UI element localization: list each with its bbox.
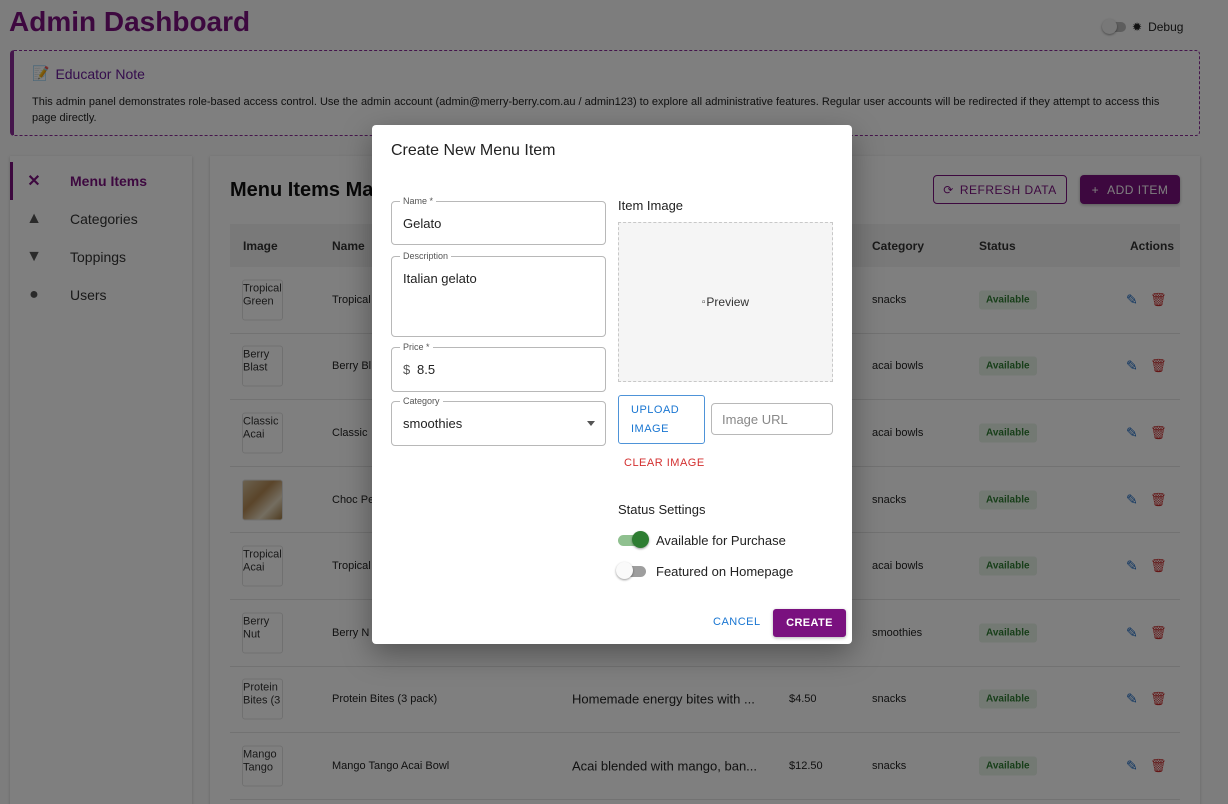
price-prefix: $ [403, 362, 411, 377]
broken-image-icon: ▫ [701, 296, 706, 308]
dropdown-arrow-icon[interactable] [587, 421, 595, 426]
description-field-label: Description [400, 251, 452, 261]
available-switch[interactable] [618, 531, 649, 548]
price-field-label: Price * [400, 342, 433, 352]
featured-toggle-row[interactable]: Featured on Homepage [616, 562, 794, 579]
category-select-value[interactable]: smoothies [403, 416, 462, 431]
dialog-title: Create New Menu Item [391, 142, 556, 159]
name-field-label: Name * [400, 196, 437, 206]
upload-image-button[interactable]: UPLOAD IMAGE [618, 395, 705, 444]
featured-switch[interactable] [616, 562, 646, 579]
status-settings-title: Status Settings [618, 502, 706, 517]
category-select-label: Category [400, 396, 443, 406]
image-preview: ▫ Preview [618, 222, 833, 382]
create-button[interactable]: CREATE [773, 609, 846, 637]
description-field[interactable]: Description Italian gelato [391, 251, 606, 337]
image-url-input[interactable]: Image URL [711, 403, 833, 435]
item-image-label: Item Image [618, 198, 684, 213]
cancel-button[interactable]: CANCEL [713, 616, 761, 628]
featured-label: Featured on Homepage [656, 564, 794, 579]
category-select[interactable]: Category smoothies [391, 396, 606, 446]
create-menu-item-dialog: Create New Menu Item Name * Gelato Descr… [372, 125, 852, 644]
available-toggle-row[interactable]: Available for Purchase [618, 531, 786, 548]
description-field-value[interactable]: Italian gelato [403, 271, 477, 286]
available-label: Available for Purchase [656, 533, 786, 548]
name-field[interactable]: Name * Gelato [391, 196, 606, 245]
name-field-value[interactable]: Gelato [403, 216, 441, 231]
clear-image-button[interactable]: CLEAR IMAGE [624, 457, 705, 469]
image-preview-alt: Preview [706, 295, 750, 309]
price-field[interactable]: Price * $ 8.5 [391, 342, 606, 392]
price-field-value[interactable]: 8.5 [417, 362, 435, 377]
